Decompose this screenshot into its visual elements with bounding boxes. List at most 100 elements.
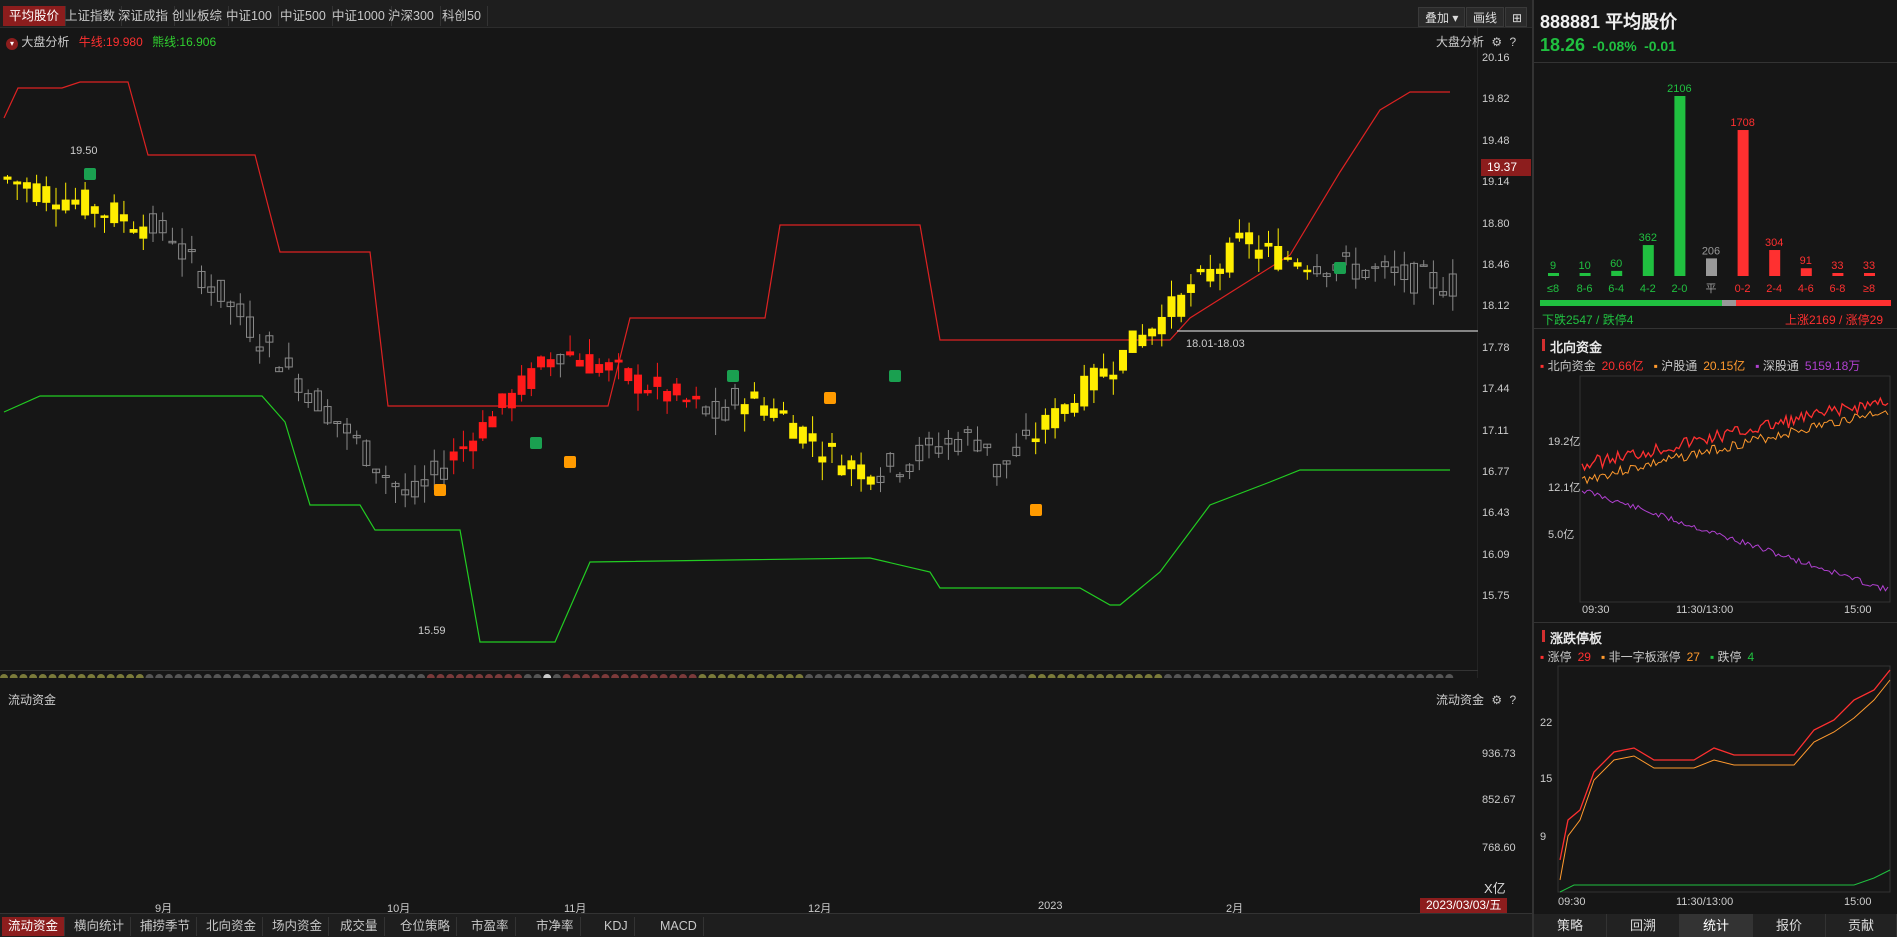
low-price-label: 15.59: [418, 625, 446, 637]
candle-body: [110, 202, 119, 224]
gear-icon[interactable]: ⚙: [1491, 35, 1502, 49]
candle-body: [1089, 367, 1098, 391]
quote-line: 18.26 -0.08% -0.01: [1540, 35, 1676, 56]
tab-statistics[interactable]: 统计: [1680, 914, 1753, 937]
draw-line-button[interactable]: 画线: [1466, 7, 1505, 27]
candle-body: [1051, 408, 1060, 429]
collapse-icon[interactable]: ▾: [6, 38, 18, 50]
price-tick: 20.16: [1482, 52, 1510, 64]
distribution-bar: [1769, 250, 1781, 276]
down-ratio-bar: [1540, 300, 1722, 306]
candle-body: [682, 399, 691, 403]
market-analysis-right-label: 大盘分析: [1436, 35, 1485, 49]
candle-body: [760, 405, 769, 416]
distribution-category: ≥8: [1863, 283, 1875, 295]
tab-quote[interactable]: 报价: [1753, 914, 1826, 937]
distribution-category: 平: [1706, 283, 1717, 295]
candle-body: [139, 226, 148, 239]
candle-body: [1109, 374, 1118, 380]
candle-body: [808, 433, 817, 442]
candle-body: [498, 393, 507, 408]
right-panel: 888881 平均股价 18.26 -0.08% -0.01 9 ≤8 10 8-6 6…: [1532, 0, 1897, 937]
candle-body: [1196, 268, 1205, 273]
candle-body: [129, 229, 138, 233]
distribution-bar: [1832, 273, 1844, 276]
indicator-tab-bar: 流动资金 横向统计 捕捞季节 北向资金 场内资金 成交量 仓位策略 市盈率 市净…: [0, 913, 1532, 937]
distribution-category: 2-4: [1766, 283, 1782, 295]
last-price: 18.26: [1540, 35, 1586, 55]
tab-position-strategy[interactable]: 仓位策略: [394, 917, 458, 936]
candle-body: [866, 476, 875, 485]
candle-body: [798, 426, 807, 444]
candle-body: [1264, 242, 1273, 247]
divider: [0, 670, 1478, 671]
tab-pb[interactable]: 市净率: [530, 917, 581, 936]
candle-body: [527, 368, 536, 389]
candle-body: [1080, 375, 1089, 407]
candle-body: [750, 391, 759, 399]
main-kline-chart[interactable]: [0, 28, 1532, 678]
limit-title: 涨跌停板: [1541, 628, 1602, 647]
candle-body: [1128, 330, 1137, 353]
candle-body: [119, 214, 128, 222]
tab-contribution[interactable]: 贡献: [1826, 914, 1897, 937]
price-tick: 15.75: [1482, 590, 1510, 603]
gear-icon[interactable]: ⚙: [1491, 693, 1502, 707]
tab-onsite-funds[interactable]: 场内资金: [266, 917, 330, 936]
candle-body: [1041, 414, 1050, 430]
tab-csi500[interactable]: 中证500: [274, 6, 333, 26]
candle-body: [459, 446, 468, 450]
limit-y-tick: 22: [1540, 717, 1553, 729]
bull-line-label: 牛线:19.980: [78, 35, 143, 49]
tab-horizontal-stats[interactable]: 横向统计: [68, 917, 132, 936]
candle-body: [595, 364, 604, 373]
tab-northbound[interactable]: 北向资金: [200, 917, 264, 936]
price-tick: 19.82: [1482, 93, 1510, 106]
tab-csi100[interactable]: 中证100: [220, 6, 279, 26]
distribution-category: 4-6: [1798, 283, 1814, 295]
candle-body: [1177, 294, 1186, 317]
tab-liquidity[interactable]: 流动资金: [2, 917, 66, 936]
help-icon[interactable]: ?: [1509, 35, 1516, 49]
layout-grid-icon[interactable]: ⊞: [1505, 7, 1527, 27]
tab-csi300[interactable]: 沪深300: [382, 6, 441, 26]
distribution-bar: [1706, 258, 1717, 276]
tab-star50[interactable]: 科创50: [436, 6, 488, 26]
tab-strategy[interactable]: 策略: [1534, 914, 1607, 937]
limit-x-tick: 15:00: [1844, 896, 1872, 908]
help-icon[interactable]: ?: [1509, 693, 1516, 707]
distribution-value: 91: [1800, 255, 1812, 267]
up-count: 上涨2169 / 涨停29: [1784, 313, 1883, 327]
candle-body: [61, 199, 70, 211]
candle-body: [1206, 268, 1215, 282]
tab-pe[interactable]: 市盈率: [465, 917, 516, 936]
overlay-dropdown[interactable]: 叠加 ▾: [1418, 7, 1466, 27]
northbound-x-tick: 15:00: [1844, 604, 1872, 616]
northbound-y-tick: 12.1亿: [1548, 482, 1581, 494]
candle-body: [614, 359, 623, 363]
tab-kdj[interactable]: KDJ: [598, 917, 635, 936]
price-tick: 16.77: [1482, 466, 1510, 478]
distribution-category: 4-2: [1640, 283, 1656, 295]
flow-tick: 852.67: [1482, 794, 1516, 806]
tab-macd[interactable]: MACD: [654, 917, 704, 936]
flow-controls: 流动资金 ⚙ ?: [1436, 691, 1516, 708]
candle-body: [1157, 316, 1166, 335]
down-count: 下跌2547 / 跌停4: [1542, 313, 1634, 327]
limit-y-tick: 9: [1540, 831, 1547, 843]
tab-average-price[interactable]: 平均股价: [3, 6, 67, 26]
chart-frame: [1557, 665, 1891, 893]
price-tick: 19.14: [1482, 176, 1510, 189]
tab-backtrack[interactable]: 回溯: [1607, 914, 1680, 937]
tab-fishing-season[interactable]: 捕捞季节: [134, 917, 198, 936]
northbound-y-tick: 19.2亿: [1548, 436, 1581, 448]
candle-body: [1283, 257, 1292, 260]
candle-body: [90, 206, 99, 214]
distribution-bar: [1611, 270, 1623, 276]
distribution-value: 33: [1831, 260, 1843, 272]
candle-body: [469, 440, 478, 452]
tab-volume[interactable]: 成交量: [334, 917, 385, 936]
limit-x-tick: 11:30/13:00: [1676, 896, 1734, 908]
distribution-category: 8-6: [1577, 283, 1593, 295]
candle-body: [672, 383, 681, 396]
